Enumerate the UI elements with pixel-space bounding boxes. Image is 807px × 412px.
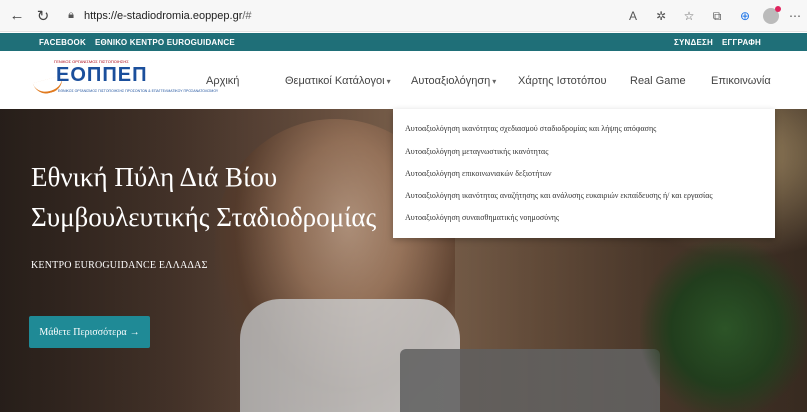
url-host: https://e-stadiodromia.eoppep.gr <box>84 9 243 22</box>
browser-toolbar: ← ↻ 🔒︎ https://e-stadiodromia.eoppep.gr/… <box>0 0 807 32</box>
topbar-left-links: FACEBOOK ΕΘΝΙΚΟ ΚΕΝΤΡΟ EUROGUIDANCE <box>39 38 244 47</box>
topbar-right-links: ΣΥΝΔΕΣΗ ΕΓΓΡΑΦΗ <box>665 38 761 47</box>
arrow-right-icon: → <box>129 326 140 338</box>
nav-label: Real Game <box>630 75 686 87</box>
learn-more-label: Μάθετε Περισσότερα <box>39 326 127 338</box>
hero-subtitle: ΚΕΝΤΡΟ EUROGUIDANCE ΕΛΛΑΔΑΣ <box>31 260 208 271</box>
dropdown-item-communication[interactable]: Αυτοαξιολόγηση επικοινωνιακών δεξιοτήτων <box>405 169 552 178</box>
profile-icon[interactable] <box>763 6 781 24</box>
hero-title: Εθνική Πύλη Διά Βίου Συμβουλευτικής Σταδ… <box>31 157 376 237</box>
back-icon[interactable]: ← <box>6 5 28 27</box>
downloads-icon[interactable]: ⊕ <box>733 4 757 28</box>
top-utility-bar: FACEBOOK ΕΘΝΙΚΟ ΚΕΝΤΡΟ EUROGUIDANCE ΣΥΝΔ… <box>0 33 807 51</box>
nav-item-home[interactable]: Αρχική <box>206 75 239 87</box>
favorites-icon[interactable]: ☆ <box>677 4 701 28</box>
nav-item-contact[interactable]: Επικοινωνία <box>711 75 771 87</box>
nav-label: Χάρτης Ιστοτόπου <box>518 75 607 87</box>
url-text: https://e-stadiodromia.eoppep.gr/# <box>84 10 252 22</box>
learn-more-button[interactable]: Μάθετε Περισσότερα → <box>29 316 150 348</box>
register-link[interactable]: ΕΓΓΡΑΦΗ <box>722 38 761 47</box>
facebook-link[interactable]: FACEBOOK <box>39 38 86 47</box>
nav-label: Αυτοαξιολόγηση <box>411 75 491 87</box>
nav-item-sitemap[interactable]: Χάρτης Ιστοτόπου <box>518 75 607 87</box>
dropdown-item-career-planning[interactable]: Αυτοαξιολόγηση ικανότητας σχεδιασμού στα… <box>405 124 656 133</box>
login-link[interactable]: ΣΥΝΔΕΣΗ <box>674 38 713 47</box>
chevron-down-icon: ▾ <box>492 77 497 86</box>
nav-label: Αρχική <box>206 75 240 87</box>
more-icon[interactable]: ⋯ <box>783 4 807 28</box>
nav-item-self-assessment[interactable]: Αυτοαξιολόγηση ▾ <box>411 75 496 87</box>
main-nav: Αρχική Θεματικοί Κατάλογοι ▾ Αυτοαξιολόγη… <box>0 51 807 109</box>
euroguidance-link[interactable]: ΕΘΝΙΚΟ ΚΕΝΤΡΟ EUROGUIDANCE <box>95 38 235 47</box>
nav-label: Επικοινωνία <box>711 75 771 87</box>
dropdown-item-opportunity-search[interactable]: Αυτοαξιολόγηση ικανότητας αναζήτησης και… <box>405 191 713 200</box>
hero-title-line-1: Εθνική Πύλη Διά Βίου <box>31 162 278 192</box>
browser-actions: A ✲ ☆ ⧉ ⊕ ⋯ <box>617 0 807 32</box>
extensions-icon[interactable]: ✲ <box>649 4 673 28</box>
lock-icon[interactable]: 🔒︎ <box>62 9 80 22</box>
address-bar[interactable]: 🔒︎ https://e-stadiodromia.eoppep.gr/# <box>62 5 652 27</box>
nav-item-real-game[interactable]: Real Game <box>630 75 686 87</box>
dropdown-item-metacognitive[interactable]: Αυτοαξιολόγηση μεταγνωστικής ικανότητας <box>405 147 548 156</box>
url-path: /# <box>242 9 252 22</box>
reload-icon[interactable]: ↻ <box>32 5 54 27</box>
nav-item-catalogs[interactable]: Θεματικοί Κατάλογοι ▾ <box>285 75 391 87</box>
site-header: ΓΕΝΙΚΟΣ ΟΡΓΑΝΙΣΜΟΣ ΠΙΣΤΟΠΟΙΗΣΗΣ ΕΟΠΠΕΠ Ε… <box>0 51 807 109</box>
dropdown-item-emotional-intelligence[interactable]: Αυτοαξιολόγηση συναισθηματικής νοημοσύνη… <box>405 213 559 222</box>
nav-label: Θεματικοί Κατάλογοι <box>285 75 385 87</box>
chevron-down-icon: ▾ <box>386 77 391 86</box>
read-aloud-icon[interactable]: A <box>621 4 645 28</box>
self-assessment-dropdown: Αυτοαξιολόγηση ικανότητας σχεδιασμού στα… <box>393 109 775 238</box>
collections-icon[interactable]: ⧉ <box>705 4 729 28</box>
hero-title-line-2: Συμβουλευτικής Σταδιοδρομίας <box>31 202 377 232</box>
